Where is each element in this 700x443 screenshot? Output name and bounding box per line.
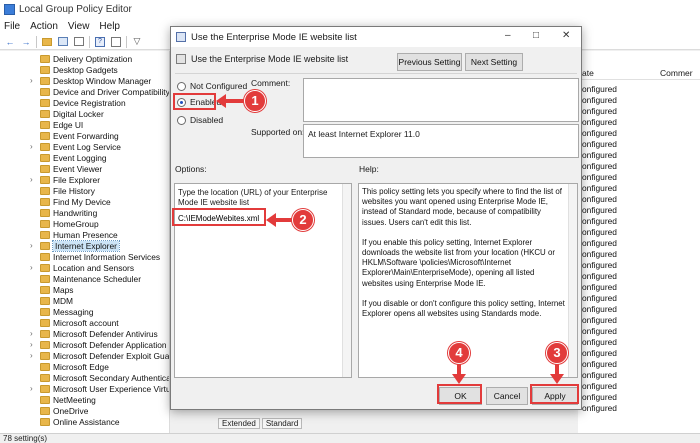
arrow-enabled-head [216,94,226,108]
step-badge-2: 2 [292,209,314,231]
arrow-ok-head [452,374,466,384]
step-badge-4: 4 [448,342,470,364]
callout-arrows [216,94,564,384]
step-badge-1: 1 [244,90,266,112]
arrow-url-head [266,213,276,227]
step-badge-3: 3 [546,342,568,364]
arrow-apply-head [550,374,564,384]
